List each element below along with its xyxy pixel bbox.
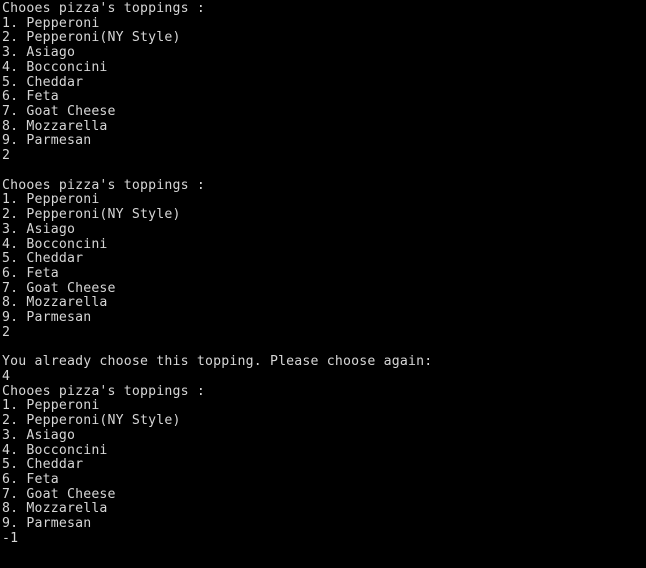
terminal-line: 3. Asiago — [2, 221, 76, 237]
terminal-line: -1 — [2, 530, 19, 546]
terminal-line: 2 — [2, 148, 11, 164]
terminal-line: 2 — [2, 324, 11, 340]
terminal-line: Chooes pizza's toppings : — [2, 1, 205, 16]
terminal-line: 3. Asiago — [2, 45, 76, 61]
terminal-line: 7. Goat Cheese — [2, 280, 116, 296]
terminal-line: 8. Mozzarella — [2, 501, 108, 517]
terminal-line: 1. Pepperoni — [2, 15, 100, 31]
terminal-output-pane[interactable]: Chooes pizza's toppings :1. Pepperoni 2. … — [0, 0, 646, 568]
terminal-line: You already choose this topping. Please … — [2, 354, 433, 370]
terminal-line: 8. Mozzarella — [2, 118, 108, 134]
terminal-line: 8. Mozzarella — [2, 295, 108, 311]
terminal-line: 2. Pepperoni(NY Style) — [2, 30, 181, 46]
terminal-line: 3. Asiago — [2, 427, 76, 443]
terminal-line: 4. Bocconcini — [2, 442, 108, 458]
terminal-line: 5. Cheddar — [2, 457, 84, 473]
terminal-line: 9. Parmesan — [2, 310, 92, 326]
terminal-line: 2. Pepperoni(NY Style) — [2, 207, 181, 223]
terminal-line: 1. Pepperoni — [2, 192, 100, 208]
terminal-line: 6. Feta — [2, 472, 59, 487]
terminal-line: 7. Goat Cheese — [2, 104, 116, 120]
terminal-line: 9. Parmesan — [2, 133, 92, 149]
terminal-line: 4. Bocconcini — [2, 59, 108, 75]
terminal-line: 2. Pepperoni(NY Style) — [2, 413, 181, 429]
terminal-line: 5. Cheddar — [2, 251, 84, 267]
terminal-line: 1. Pepperoni — [2, 398, 100, 414]
terminal-line: 4 — [2, 368, 11, 384]
terminal-line: Chooes pizza's toppings : — [2, 177, 205, 193]
terminal-line: Chooes pizza's toppings : — [2, 383, 205, 399]
terminal-line: 5. Cheddar — [2, 74, 84, 90]
terminal-line: 4. Bocconcini — [2, 236, 108, 252]
terminal-line: 7. Goat Cheese — [2, 486, 116, 502]
terminal-line: 6. Feta — [2, 89, 59, 105]
terminal-line: 6. Feta — [2, 265, 59, 281]
terminal-line: 9. Parmesan — [2, 516, 92, 532]
